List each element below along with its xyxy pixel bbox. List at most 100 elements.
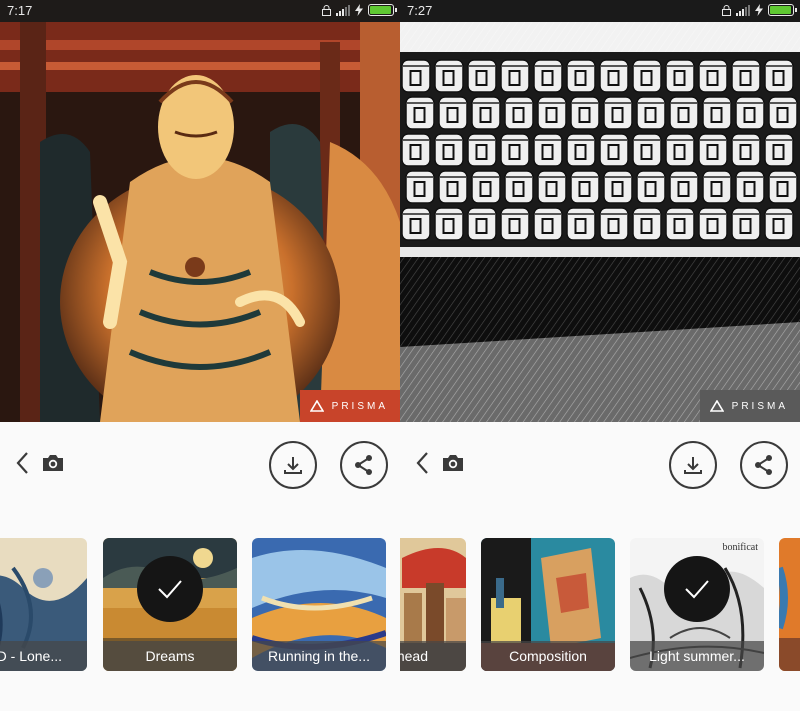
- barrel-shape: [405, 96, 435, 130]
- download-icon: [684, 457, 702, 474]
- status-icons: [722, 4, 797, 16]
- filter-label: Composition: [481, 641, 615, 671]
- barrel-shape: [533, 59, 563, 93]
- barrel-shape: [401, 207, 431, 241]
- share-icon: [755, 455, 772, 475]
- triangle-logo-icon: [309, 400, 324, 412]
- barrel-shape: [566, 133, 596, 167]
- charging-icon: [355, 4, 363, 16]
- download-icon: [284, 457, 302, 474]
- barrel-shape: [599, 207, 629, 241]
- barrel-shape: [731, 133, 761, 167]
- barrel-shape: [731, 59, 761, 93]
- share-button[interactable]: [340, 441, 388, 489]
- barrel-shape: [566, 59, 596, 93]
- signal-icon: [736, 4, 750, 16]
- barrel-shape: [467, 133, 497, 167]
- battery-icon: [368, 4, 397, 16]
- barrel-shape: [603, 170, 633, 204]
- filter-tile[interactable]: head: [400, 538, 466, 671]
- barrel-shape: [764, 207, 794, 241]
- check-icon: [158, 580, 182, 599]
- barrel-shape: [566, 207, 596, 241]
- barrel-shape: [570, 170, 600, 204]
- filter-tile-selected[interactable]: bonificat Light summer...: [630, 538, 764, 671]
- filter-tile-selected[interactable]: Dreams: [103, 538, 237, 671]
- filter-carousel: us D - Lone... Dreams: [0, 538, 400, 671]
- comparison-screenshot: 7:17 PRISMA D - Lone... Dreams Running i…: [0, 0, 800, 711]
- photo-sake-barrels-art: [400, 22, 800, 422]
- barrel-shape: [471, 170, 501, 204]
- barrel-shape: [401, 59, 431, 93]
- barrel-shape: [500, 59, 530, 93]
- barrel-shape: [570, 96, 600, 130]
- share-icon: [355, 455, 372, 475]
- filter-thumbnail: [779, 538, 800, 671]
- selected-check: [137, 556, 203, 622]
- battery-level: [770, 6, 791, 14]
- chevron-left-icon[interactable]: [412, 450, 434, 476]
- lock-icon: [322, 4, 331, 16]
- check-icon: [685, 580, 709, 599]
- barrel-shape: [537, 170, 567, 204]
- filter-tile[interactable]: [779, 538, 800, 671]
- barrel-shape: [438, 96, 468, 130]
- barrel-shape: [735, 170, 765, 204]
- status-bar: 7:17: [0, 0, 400, 22]
- barrel-shape: [401, 133, 431, 167]
- prisma-watermark: PRISMA: [699, 390, 800, 422]
- filter-label: us D - Lone...: [0, 641, 87, 671]
- barrel-shape: [768, 170, 798, 204]
- barrel-shape: [500, 133, 530, 167]
- status-time: 7:17: [7, 3, 33, 18]
- signal-icon: [336, 4, 350, 16]
- selected-check: [664, 556, 730, 622]
- filter-label: Running in the...: [252, 641, 386, 671]
- barrel-shape: [731, 207, 761, 241]
- download-button[interactable]: [269, 441, 317, 489]
- charging-icon: [755, 4, 763, 16]
- filter-tile[interactable]: Running in the...: [252, 538, 386, 671]
- barrel-shape: [467, 59, 497, 93]
- action-toolbar: [400, 422, 800, 506]
- lock-icon: [722, 4, 731, 16]
- barrel-shape: [632, 207, 662, 241]
- filter-tile[interactable]: Composition: [481, 538, 615, 671]
- filter-tile[interactable]: us D - Lone...: [0, 538, 87, 671]
- download-button[interactable]: [669, 441, 717, 489]
- barrel-shape: [702, 96, 732, 130]
- filter-carousel: head Composition bonificat Light summer.…: [400, 538, 800, 671]
- stylized-photo: PRISMA: [0, 22, 400, 422]
- barrel-shape: [764, 59, 794, 93]
- status-bar: 7:27: [400, 0, 800, 22]
- camera-icon[interactable]: [441, 453, 465, 473]
- camera-icon[interactable]: [41, 453, 65, 473]
- screen-right: 7:27 PRISMA head Composition bonificat L…: [400, 0, 800, 711]
- battery-icon: [768, 4, 797, 16]
- chevron-left-icon[interactable]: [12, 450, 34, 476]
- barrel-shape: [434, 133, 464, 167]
- barrel-shape: [504, 170, 534, 204]
- barrel-shape: [434, 59, 464, 93]
- barrel-shape: [632, 133, 662, 167]
- barrel-shape: [698, 133, 728, 167]
- barrel-shape: [533, 207, 563, 241]
- barrel-shape: [665, 207, 695, 241]
- barrel-shape: [665, 133, 695, 167]
- barrel-shape: [467, 207, 497, 241]
- barrel-shape: [768, 96, 798, 130]
- barrel-shape: [669, 170, 699, 204]
- barrel-shape: [533, 133, 563, 167]
- barrel-shape: [599, 133, 629, 167]
- barrel-shape: [438, 170, 468, 204]
- barrel-shape: [632, 59, 662, 93]
- barrel-grid: [401, 59, 798, 241]
- share-button[interactable]: [740, 441, 788, 489]
- watermark-text: PRISMA: [331, 400, 388, 412]
- barrel-shape: [636, 170, 666, 204]
- barrel-shape: [537, 96, 567, 130]
- barrel-shape: [665, 59, 695, 93]
- barrel-shape: [698, 207, 728, 241]
- barrel-shape: [698, 59, 728, 93]
- photo-buddha-art: [0, 22, 400, 422]
